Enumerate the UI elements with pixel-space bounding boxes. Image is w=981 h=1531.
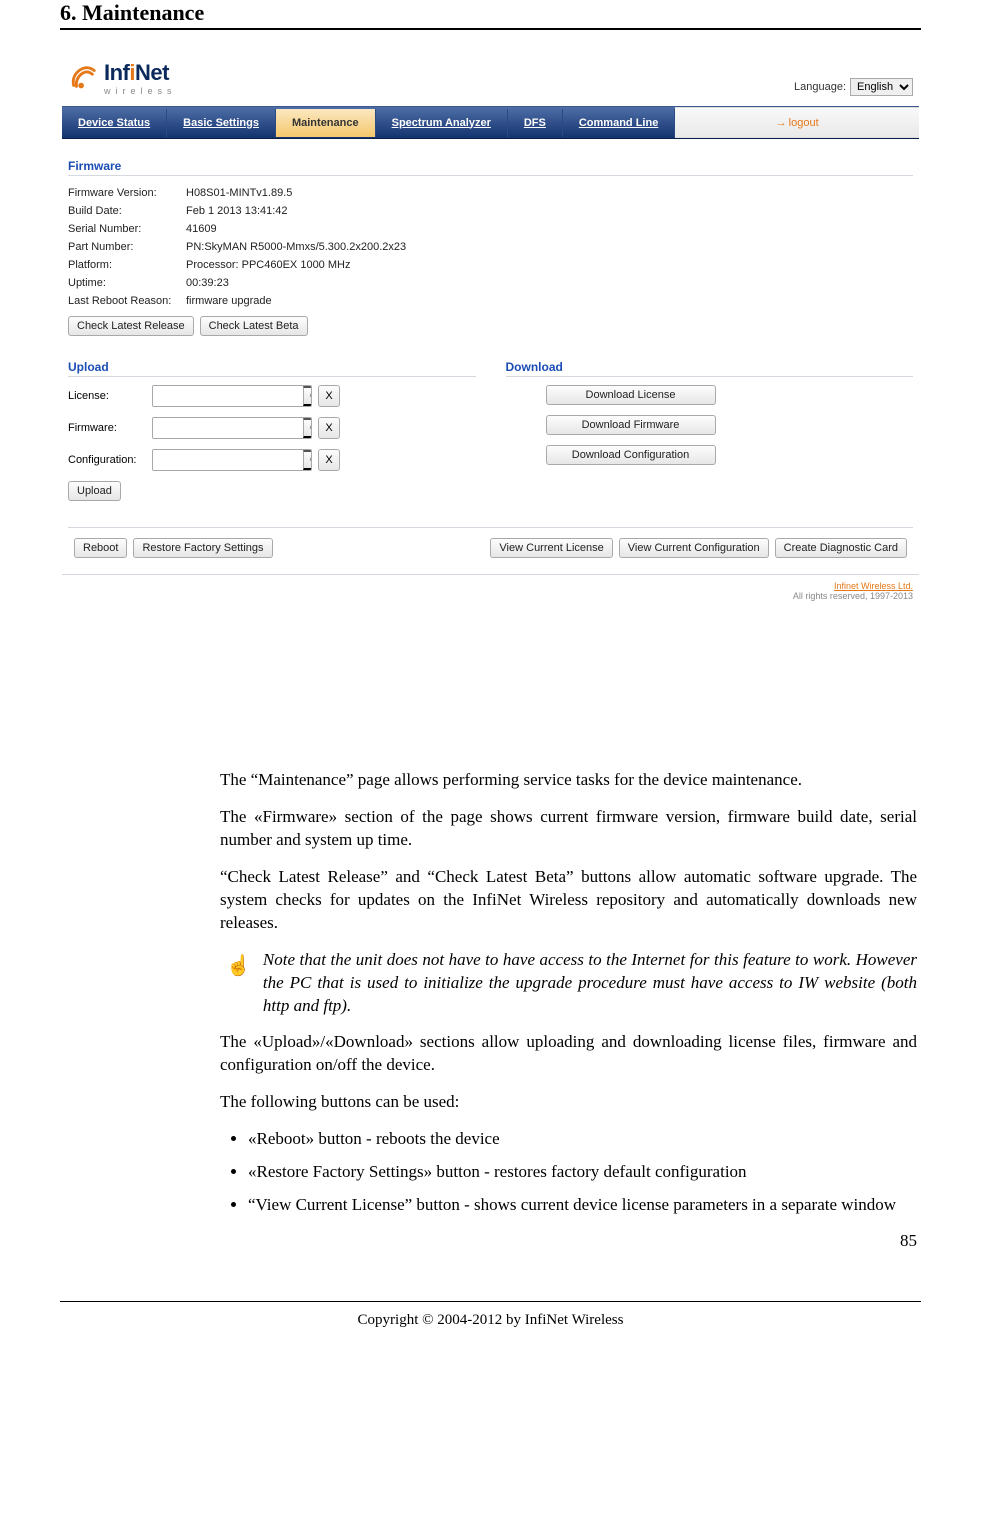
upload-button[interactable]: Upload — [68, 481, 121, 501]
download-license-button[interactable]: Download License — [546, 385, 716, 405]
build-date-label: Build Date: — [68, 205, 186, 217]
view-license-button[interactable]: View Current License — [490, 538, 612, 558]
doc-p1: The “Maintenance” page allows performing… — [220, 769, 917, 792]
restore-factory-button[interactable]: Restore Factory Settings — [133, 538, 272, 558]
reboot-button[interactable]: Reboot — [74, 538, 127, 558]
firmware-clear-button[interactable]: X — [318, 417, 340, 439]
reboot-reason-label: Last Reboot Reason: — [68, 295, 186, 307]
create-diagnostic-button[interactable]: Create Diagnostic Card — [775, 538, 907, 558]
serial-value: 41609 — [186, 223, 217, 235]
uptime-value: 00:39:23 — [186, 277, 229, 289]
part-number-label: Part Number: — [68, 241, 186, 253]
tab-maintenance[interactable]: Maintenance — [276, 109, 376, 137]
license-clear-button[interactable]: X — [318, 385, 340, 407]
logo-icon — [68, 63, 98, 93]
doc-li-restore: «Restore Factory Settings» button - rest… — [248, 1161, 917, 1184]
tab-dfs[interactable]: DFS — [508, 109, 563, 137]
firmware-upload-label: Firmware: — [68, 422, 146, 434]
view-configuration-button[interactable]: View Current Configuration — [619, 538, 769, 558]
logo-subtext: wireless — [104, 86, 177, 96]
tab-command-line[interactable]: Command Line — [563, 109, 675, 137]
uptime-label: Uptime: — [68, 277, 186, 289]
tab-spectrum-analyzer[interactable]: Spectrum Analyzer — [376, 109, 508, 137]
firmware-file-input[interactable] — [153, 418, 303, 438]
logo: InfiNet wireless — [68, 60, 177, 96]
upload-section-title: Upload — [68, 360, 476, 374]
config-clear-button[interactable]: X — [318, 449, 340, 471]
doc-p4: The «Upload»/«Download» sections allow u… — [220, 1031, 917, 1077]
download-firmware-button[interactable]: Download Firmware — [546, 415, 716, 435]
tab-device-status[interactable]: Device Status — [62, 109, 167, 137]
screenshot-panel: InfiNet wireless Language: English Devic… — [60, 48, 921, 609]
platform-value: Processor: PPC460EX 1000 MHz — [186, 259, 350, 271]
tab-basic-settings[interactable]: Basic Settings — [167, 109, 276, 137]
config-upload-label: Configuration: — [68, 454, 146, 466]
footer-vendor-link[interactable]: Infinet Wireless Ltd. — [834, 581, 913, 591]
reboot-reason-value: firmware upgrade — [186, 295, 272, 307]
page-footer: Copyright © 2004-2012 by InfiNet Wireles… — [60, 1301, 921, 1359]
doc-li-view-license: “View Current License” button - shows cu… — [248, 1194, 917, 1217]
language-select[interactable]: English — [850, 78, 913, 96]
build-date-value: Feb 1 2013 13:41:42 — [186, 205, 288, 217]
note-hand-icon: ☝ — [226, 949, 251, 1018]
section-heading: 6. Maintenance — [60, 0, 921, 30]
check-latest-release-button[interactable]: Check Latest Release — [68, 316, 194, 336]
fw-version-value: H08S01-MINTv1.89.5 — [186, 187, 292, 199]
platform-label: Platform: — [68, 259, 186, 271]
firmware-browse-button[interactable]: Обзор… — [303, 418, 312, 438]
check-latest-beta-button[interactable]: Check Latest Beta — [200, 316, 308, 336]
logout-link[interactable]: logout — [776, 117, 819, 129]
serial-label: Serial Number: — [68, 223, 186, 235]
logo-brand: InfiNet — [104, 60, 177, 86]
doc-p2: The «Firmware» section of the page shows… — [220, 806, 917, 852]
page-number: 85 — [220, 1231, 917, 1251]
download-section-title: Download — [506, 360, 914, 374]
doc-p3: “Check Latest Release” and “Check Latest… — [220, 866, 917, 935]
doc-p5: The following buttons can be used: — [220, 1091, 917, 1114]
tab-bar: Device Status Basic Settings Maintenance… — [62, 106, 919, 139]
config-browse-button[interactable]: Обзор… — [303, 450, 312, 470]
license-upload-label: License: — [68, 390, 146, 402]
config-file-input[interactable] — [153, 450, 303, 470]
footer-copyright: All rights reserved, 1997-2013 — [793, 591, 913, 601]
part-number-value: PN:SkyMAN R5000-Mmxs/5.300.2x200.2x23 — [186, 241, 406, 253]
document-body: The “Maintenance” page allows performing… — [220, 769, 917, 1251]
firmware-section-title: Firmware — [68, 159, 913, 173]
language-label: Language: — [794, 81, 846, 93]
doc-li-reboot: «Reboot» button - reboots the device — [248, 1128, 917, 1151]
doc-note: Note that the unit does not have to have… — [263, 949, 917, 1018]
license-file-input[interactable] — [153, 386, 303, 406]
license-browse-button[interactable]: Обзор… — [303, 386, 312, 406]
fw-version-label: Firmware Version: — [68, 187, 186, 199]
download-configuration-button[interactable]: Download Configuration — [546, 445, 716, 465]
